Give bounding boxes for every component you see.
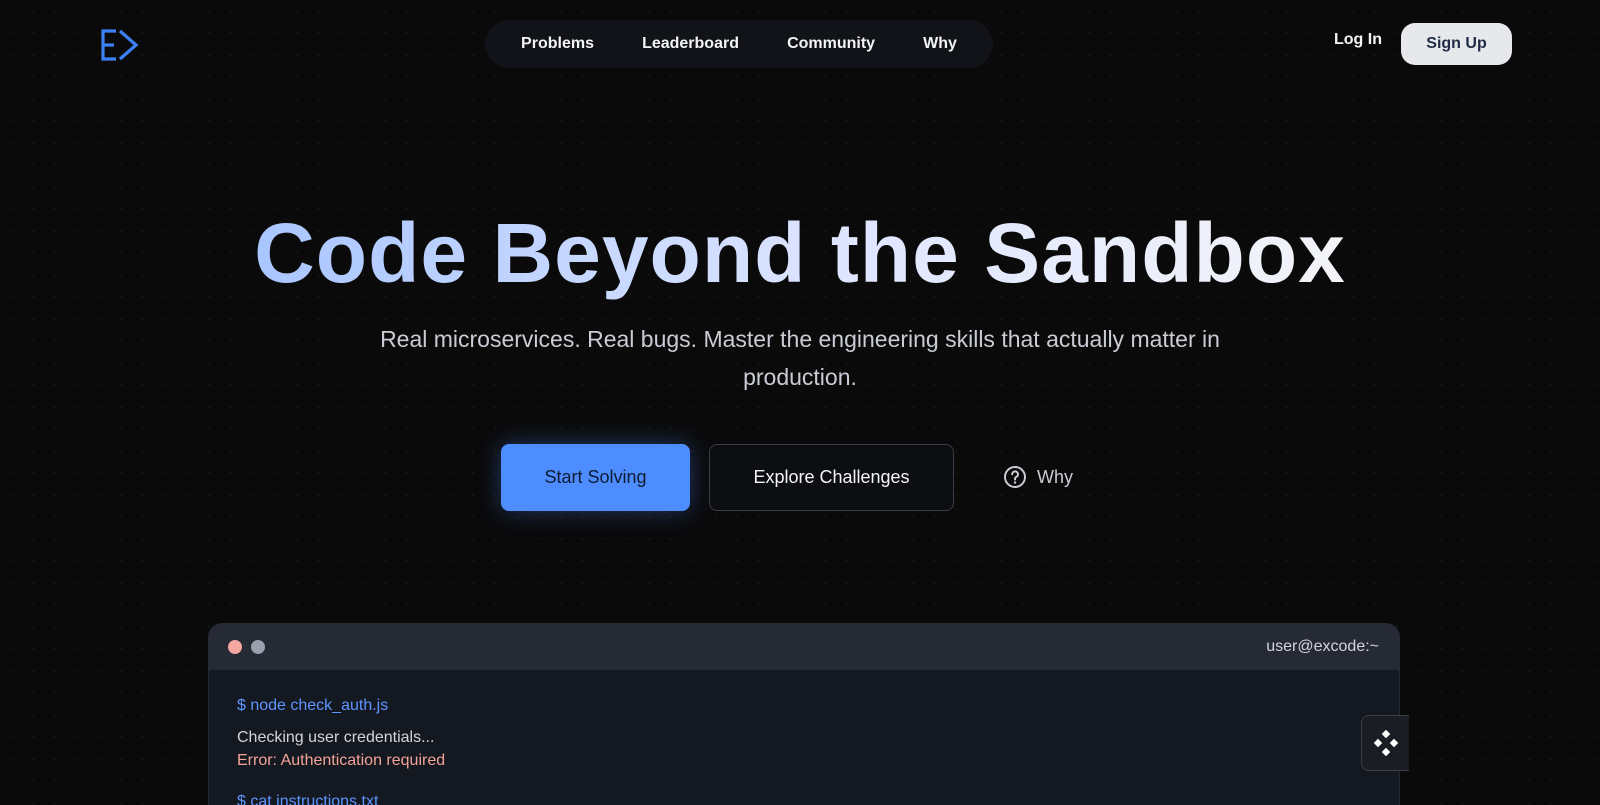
nav-item-leaderboard[interactable]: Leaderboard (632, 29, 749, 59)
terminal-body: $ node check_auth.js Checking user crede… (209, 670, 1399, 805)
terminal-titlebar: user@excode:~ (209, 624, 1399, 670)
hero-title: Code Beyond the Sandbox (254, 206, 1346, 300)
main-nav: Problems Leaderboard Community Why (485, 20, 993, 68)
why-button-label: Why (1037, 466, 1073, 487)
close-dot-icon[interactable] (228, 640, 242, 654)
why-button[interactable]: Why (1003, 465, 1073, 489)
hero-subtitle: Real microservices. Real bugs. Master th… (380, 326, 1220, 390)
explore-challenges-button[interactable]: Explore Challenges (709, 444, 954, 511)
terminal-title: user@excode:~ (1266, 638, 1379, 655)
excode-logo-icon[interactable] (100, 28, 140, 62)
terminal-line: Checking user credentials... (237, 729, 435, 746)
nav-item-why[interactable]: Why (913, 29, 967, 59)
nav-item-problems[interactable]: Problems (511, 29, 604, 59)
diamond-grid-icon (1373, 730, 1398, 756)
question-circle-icon (1004, 466, 1026, 488)
login-link[interactable]: Log In (1334, 31, 1382, 49)
signup-button[interactable]: Sign Up (1401, 23, 1512, 65)
minimize-dot-icon[interactable] (251, 640, 265, 654)
nav-item-community[interactable]: Community (777, 29, 885, 59)
start-solving-button[interactable]: Start Solving (501, 444, 690, 511)
terminal-line: Error: Authentication required (237, 752, 446, 769)
terminal-line: $ cat instructions.txt (237, 793, 379, 805)
terminal-line: $ node check_auth.js (237, 697, 389, 714)
terminal-window: user@excode:~ $ node check_auth.js Check… (208, 623, 1400, 805)
floating-widget-button[interactable] (1361, 715, 1409, 771)
